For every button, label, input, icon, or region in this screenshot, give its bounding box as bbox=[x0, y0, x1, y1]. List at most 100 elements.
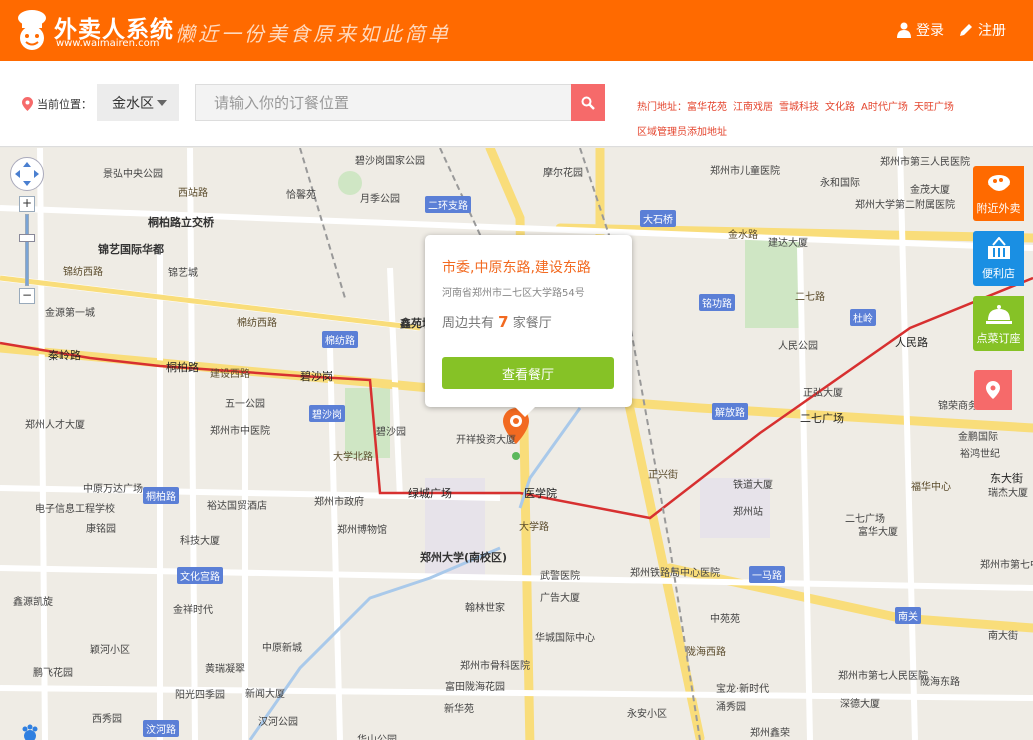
poi-label: 阳光四季园 bbox=[175, 690, 225, 701]
search-icon bbox=[581, 96, 595, 110]
poi-label: 鑫源凯旋 bbox=[13, 597, 53, 608]
hot-link[interactable]: A时代广场 bbox=[861, 102, 908, 113]
road-tag: 汶河路 bbox=[143, 720, 179, 737]
baidu-paw-icon bbox=[22, 724, 38, 740]
road-tag: 杜岭 bbox=[850, 309, 876, 326]
poi-label: 永和国际 bbox=[820, 178, 860, 189]
poi-label: 西站路 bbox=[178, 188, 208, 199]
brand-url: www.waimairen.com bbox=[56, 38, 160, 49]
road-tag: 棉纺路 bbox=[322, 331, 358, 348]
road-tag: 解放路 bbox=[712, 403, 748, 420]
poi-label: 电子信息工程学校 bbox=[35, 504, 115, 515]
register-link[interactable]: 注册 bbox=[959, 20, 1006, 40]
hot-addresses: 热门地址：富华花苑 江南戏居 雪城科技 文化路 A时代广场 天旺广场区域管理员添加地址 bbox=[637, 95, 1022, 145]
poi-label: 黄瑞凝翠 bbox=[205, 664, 245, 675]
hot-link[interactable]: 天旺广场 bbox=[914, 102, 954, 113]
poi-label: 郑州博物馆 bbox=[337, 525, 387, 536]
station-label: 人民路 bbox=[895, 336, 928, 349]
station-label: 医学院 bbox=[524, 487, 557, 500]
poi-label: 棉纺西路 bbox=[237, 318, 277, 329]
district-value: 金水区 bbox=[112, 95, 154, 112]
login-link[interactable]: 登录 bbox=[897, 20, 944, 40]
district-select[interactable]: 金水区 bbox=[97, 84, 179, 121]
poi-label: 中苑苑 bbox=[710, 614, 740, 625]
popup-address: 河南省郑州市二七区大学路54号 bbox=[442, 288, 585, 299]
road-tag: 铭功路 bbox=[699, 294, 735, 311]
zoom-in-button[interactable]: + bbox=[19, 196, 35, 212]
poi-label: 金祥时代 bbox=[173, 605, 213, 616]
poi-label: 桐柏路立交桥 bbox=[148, 216, 214, 229]
poi-label: 大学北路 bbox=[333, 452, 373, 463]
poi-label: 正兴街 bbox=[648, 470, 678, 481]
count-prefix: 周边共有 bbox=[442, 316, 495, 331]
poi-label: 福华中心 bbox=[911, 482, 951, 493]
zoom-out-button[interactable]: − bbox=[19, 288, 35, 304]
poi-label: 人民公园 bbox=[778, 341, 818, 352]
zoom-slider[interactable] bbox=[25, 214, 29, 286]
count-suffix: 家餐厅 bbox=[512, 316, 552, 331]
poi-label: 中原新城 bbox=[262, 643, 302, 654]
pencil-icon bbox=[960, 24, 972, 36]
map-pan-control[interactable] bbox=[10, 157, 44, 191]
nearby-takeout-button[interactable]: 附近外卖 bbox=[973, 166, 1024, 221]
store-label: 便利店 bbox=[982, 267, 1015, 280]
poi-label: 郑州市中医院 bbox=[210, 426, 270, 437]
hot-link[interactable]: 江南戏居 bbox=[733, 102, 773, 113]
popup-arrow bbox=[515, 407, 535, 417]
hot-link-admin[interactable]: 区域管理员添加地址 bbox=[637, 127, 727, 138]
view-restaurants-button[interactable]: 查看餐厅 bbox=[442, 357, 614, 389]
poi-label: 摩尔花园 bbox=[543, 168, 583, 179]
poi-label: 碧沙岗国家公园 bbox=[355, 156, 425, 167]
poi-label: 金茂大厦 bbox=[910, 185, 950, 196]
locate-button[interactable] bbox=[974, 370, 1012, 410]
station-label: 二七广场 bbox=[800, 412, 844, 425]
road-tag: 桐柏路 bbox=[143, 487, 179, 504]
hot-link[interactable]: 富华花苑 bbox=[687, 102, 727, 113]
poi-label: 中原万达广场 bbox=[83, 484, 143, 495]
poi-label: 锦艺国际华都 bbox=[98, 243, 164, 256]
zoom-handle[interactable] bbox=[19, 234, 35, 242]
hot-link[interactable]: 雪城科技 bbox=[779, 102, 819, 113]
poi-label: 富田陇海花园 bbox=[445, 682, 505, 693]
seat-label: 点菜订座 bbox=[976, 332, 1021, 345]
poi-label: 郑州市儿童医院 bbox=[710, 166, 780, 177]
location-label-text: 当前位置： bbox=[37, 98, 92, 111]
pan-arrows-icon bbox=[15, 162, 39, 186]
poi-label: 开祥投资大厦 bbox=[456, 435, 516, 446]
hot-label: 热门地址： bbox=[637, 102, 687, 113]
search-button[interactable] bbox=[571, 84, 605, 121]
poi-label: 郑州市第七人民医院 bbox=[838, 671, 928, 682]
poi-label: 锦纺西路 bbox=[63, 267, 103, 278]
poi-label: 金水路 bbox=[728, 230, 758, 241]
poi-label: 翰林世家 bbox=[465, 603, 505, 614]
poi-label: 碧沙园 bbox=[376, 427, 406, 438]
dish-cover-icon bbox=[985, 305, 1012, 324]
popup-title: 市委,中原东路,建设东路 bbox=[442, 260, 591, 276]
poi-label: 裕达国贸酒店 bbox=[207, 501, 267, 512]
poi-label: 西秀园 bbox=[92, 714, 122, 725]
address-search-input[interactable] bbox=[195, 84, 572, 121]
poi-label: 科技大厦 bbox=[180, 536, 220, 547]
poi-label: 鹏飞花园 bbox=[33, 668, 73, 679]
poi-label: 郑州人才大厦 bbox=[25, 420, 85, 431]
poi-label: 景弘中央公园 bbox=[103, 169, 163, 180]
poi-label: 瑞杰大厦 bbox=[988, 488, 1028, 499]
search-bar: 当前位置： 金水区 热门地址：富华花苑江南戏居雪城科技文化路 A时代广场天旺广场区… bbox=[0, 61, 1033, 147]
poi-label: 锦艺城 bbox=[168, 268, 198, 279]
station-label: 绿城广场 bbox=[408, 487, 452, 500]
road-tag: 大石桥 bbox=[640, 210, 676, 227]
reserve-seat-button[interactable]: 点菜订座 bbox=[973, 296, 1024, 351]
location-pin-icon bbox=[986, 381, 1000, 399]
poi-label: 郑州市第三人民医院 bbox=[880, 157, 970, 168]
poi-label: 永安小区 bbox=[627, 709, 667, 720]
convenience-store-button[interactable]: 便利店 bbox=[973, 231, 1024, 286]
road-tag: 一马路 bbox=[749, 566, 785, 583]
hot-link[interactable]: 文化路 bbox=[825, 102, 855, 113]
poi-label: 陇海西路 bbox=[686, 647, 726, 658]
station-label: 碧沙岗 bbox=[300, 370, 333, 383]
poi-label: 华城国际中心 bbox=[535, 633, 595, 644]
poi-label: 郑州鑫荣 bbox=[750, 728, 790, 739]
poi-label: 涌秀园 bbox=[716, 702, 746, 713]
user-icon bbox=[897, 22, 911, 38]
poi-label: 武警医院 bbox=[540, 571, 580, 582]
